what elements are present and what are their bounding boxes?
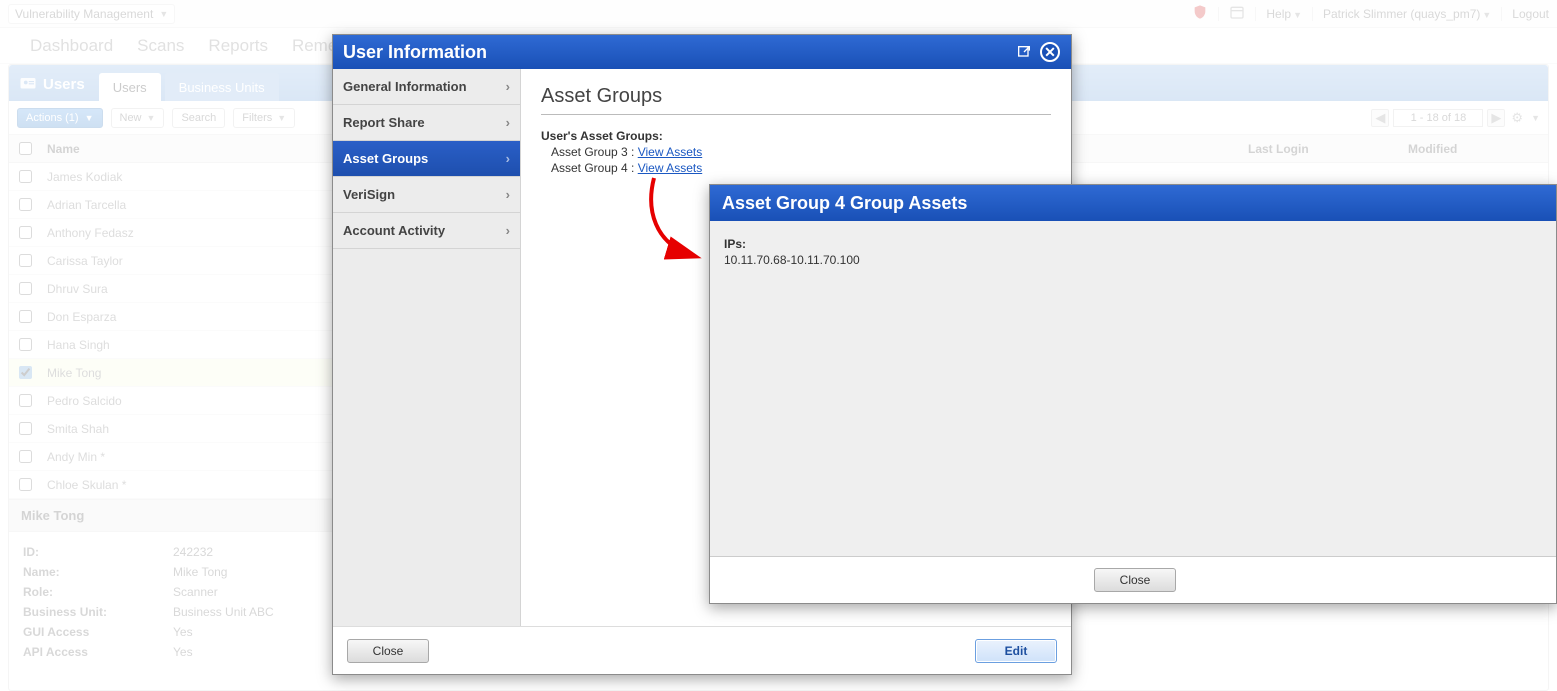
pager: ◀ 1 - 18 of 18 ▶ — [1371, 109, 1505, 127]
nav-reports[interactable]: Reports — [208, 36, 268, 56]
asset-groups-label: User's Asset Groups: — [541, 129, 1051, 143]
col-last-login[interactable]: Last Login — [1248, 142, 1408, 156]
new-button[interactable]: New▼ — [111, 108, 165, 128]
sidebar-item-label: Asset Groups — [343, 151, 428, 166]
dialog-sidebar: General Information›Report Share›Asset G… — [333, 69, 521, 626]
asset-group-assets-dialog: Asset Group 4 Group Assets IPs: 10.11.70… — [709, 184, 1557, 604]
sidebar-item[interactable]: Report Share › — [333, 105, 520, 141]
row-checkbox[interactable] — [19, 198, 32, 211]
detail-value: Scanner — [173, 582, 218, 602]
chevron-right-icon: › — [506, 79, 510, 94]
sidebar-item-label: Report Share — [343, 115, 425, 130]
detail-value: Yes — [173, 642, 193, 662]
top-bar: Vulnerability Management ▼ 17 Help▼ Patr… — [0, 0, 1557, 28]
section-title: Users — [19, 75, 85, 93]
detail-key: Role: — [23, 582, 173, 602]
pager-text: 1 - 18 of 18 — [1393, 109, 1483, 127]
sidebar-item[interactable]: Account Activity › — [333, 213, 520, 249]
detail-key: API Access — [23, 642, 173, 662]
row-checkbox[interactable] — [19, 338, 32, 351]
pager-prev[interactable]: ◀ — [1371, 109, 1389, 127]
close-button[interactable]: Close — [347, 639, 429, 663]
calendar-icon[interactable] — [1229, 4, 1245, 23]
help-menu[interactable]: Help▼ — [1266, 7, 1302, 21]
dialog-content: IPs: 10.11.70.68-10.11.70.100 — [710, 221, 1556, 557]
dialog-footer: Close — [710, 557, 1556, 603]
users-icon — [19, 75, 37, 93]
detail-key: Name: — [23, 562, 173, 582]
chevron-down-icon: ▼ — [277, 113, 286, 123]
user-menu[interactable]: Patrick Slimmer (quays_pm7)▼ — [1323, 7, 1491, 21]
dialog-title: User Information — [343, 42, 487, 63]
tab-business-units[interactable]: Business Units — [165, 73, 279, 101]
search-button[interactable]: Search — [172, 108, 225, 128]
row-checkbox[interactable] — [19, 310, 32, 323]
module-label: Vulnerability Management — [15, 7, 153, 21]
dialog-titlebar[interactable]: User Information ✕ — [333, 35, 1071, 69]
sidebar-item-label: Account Activity — [343, 223, 445, 238]
chevron-down-icon: ▼ — [1482, 10, 1491, 20]
view-assets-link[interactable]: View Assets — [638, 161, 702, 175]
gear-icon[interactable]: ⚙ — [1511, 110, 1523, 126]
row-checkbox[interactable] — [19, 422, 32, 435]
logout-link[interactable]: Logout — [1512, 7, 1549, 21]
module-selector[interactable]: Vulnerability Management ▼ — [8, 4, 175, 24]
content-heading: Asset Groups — [541, 85, 1051, 115]
dialog-title: Asset Group 4 Group Assets — [722, 193, 967, 214]
row-checkbox[interactable] — [19, 254, 32, 267]
sidebar-item-label: VeriSign — [343, 187, 395, 202]
chevron-down-icon: ▼ — [159, 9, 168, 19]
detail-key: GUI Access — [23, 622, 173, 642]
detail-key: ID: — [23, 542, 173, 562]
col-modified[interactable]: Modified — [1408, 142, 1548, 156]
edit-button[interactable]: Edit — [975, 639, 1057, 663]
shield-icon[interactable]: 17 — [1192, 4, 1208, 23]
dialog-footer: Close Edit — [333, 626, 1071, 674]
chevron-right-icon: › — [506, 187, 510, 202]
sidebar-item[interactable]: VeriSign › — [333, 177, 520, 213]
sidebar-item[interactable]: General Information › — [333, 69, 520, 105]
popout-icon[interactable] — [1013, 41, 1035, 63]
chevron-down-icon: ▼ — [1531, 113, 1540, 123]
row-checkbox[interactable] — [19, 366, 32, 379]
select-all-checkbox[interactable] — [19, 142, 32, 155]
filters-button[interactable]: Filters▼ — [233, 108, 295, 128]
chevron-right-icon: › — [506, 115, 510, 130]
nav-dashboard[interactable]: Dashboard — [30, 36, 113, 56]
sidebar-item-label: General Information — [343, 79, 467, 94]
close-icon[interactable]: ✕ — [1039, 41, 1061, 63]
chevron-right-icon: › — [506, 151, 510, 166]
row-checkbox[interactable] — [19, 478, 32, 491]
view-assets-link[interactable]: View Assets — [638, 145, 702, 159]
row-checkbox[interactable] — [19, 394, 32, 407]
tab-users[interactable]: Users — [99, 73, 161, 101]
row-checkbox[interactable] — [19, 170, 32, 183]
detail-value: Yes — [173, 622, 193, 642]
row-checkbox[interactable] — [19, 450, 32, 463]
chevron-down-icon: ▼ — [85, 113, 94, 123]
actions-button[interactable]: Actions (1)▼ — [17, 108, 103, 128]
chevron-down-icon: ▼ — [1293, 10, 1302, 20]
ips-value: 10.11.70.68-10.11.70.100 — [724, 253, 1542, 267]
ips-label: IPs: — [724, 237, 1542, 251]
chevron-right-icon: › — [506, 223, 510, 238]
asset-group-line: Asset Group 4 : View Assets — [551, 161, 1051, 175]
svg-text:17: 17 — [1197, 9, 1204, 15]
row-checkbox[interactable] — [19, 226, 32, 239]
sidebar-item[interactable]: Asset Groups › — [333, 141, 520, 177]
close-button[interactable]: Close — [1094, 568, 1176, 592]
detail-value: 242232 — [173, 542, 213, 562]
pager-next[interactable]: ▶ — [1487, 109, 1505, 127]
detail-key: Business Unit: — [23, 602, 173, 622]
detail-value: Mike Tong — [173, 562, 227, 582]
nav-scans[interactable]: Scans — [137, 36, 184, 56]
dialog-titlebar[interactable]: Asset Group 4 Group Assets — [710, 185, 1556, 221]
asset-group-line: Asset Group 3 : View Assets — [551, 145, 1051, 159]
detail-value: Business Unit ABC — [173, 602, 274, 622]
row-checkbox[interactable] — [19, 282, 32, 295]
chevron-down-icon: ▼ — [147, 113, 156, 123]
